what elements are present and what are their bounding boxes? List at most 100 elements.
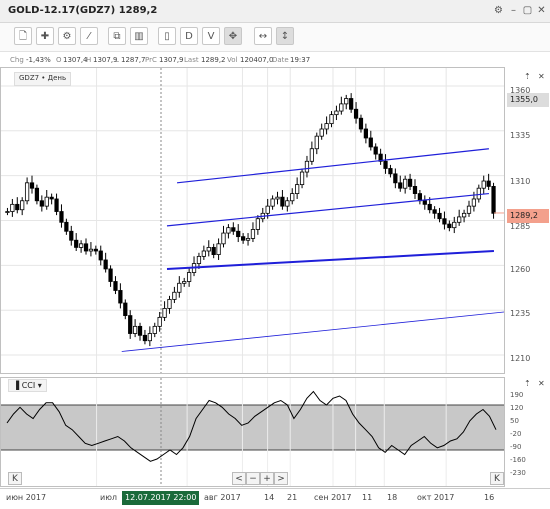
candle-body bbox=[221, 232, 226, 245]
drawing-icon[interactable]: ⁄ bbox=[80, 27, 98, 45]
candle-body bbox=[329, 114, 334, 125]
fit-horizontal-icon[interactable]: ↔ bbox=[254, 27, 272, 45]
add-chart-icon[interactable]: ⧉ bbox=[108, 27, 126, 45]
maximize-icon[interactable]: ▢ bbox=[521, 4, 534, 17]
window-title: GOLD-12.17(GDZ7) 1289,2 bbox=[8, 5, 158, 16]
settings-icon[interactable]: ⚙ bbox=[58, 27, 76, 45]
cci-tick: -230 bbox=[510, 469, 526, 477]
d-button[interactable]: D bbox=[180, 27, 198, 45]
candle-body bbox=[128, 315, 133, 334]
candle-body bbox=[466, 205, 472, 214]
bar-chart-icon[interactable]: ▥ bbox=[130, 27, 148, 45]
time-tick: 11 bbox=[362, 493, 373, 502]
date-label: Date bbox=[272, 56, 289, 64]
candle-body bbox=[442, 218, 447, 225]
time-tick: 21 bbox=[287, 493, 298, 502]
candle-body bbox=[157, 316, 162, 327]
candle-body bbox=[304, 160, 310, 173]
chg-label: Chg bbox=[10, 56, 24, 64]
candle-body bbox=[20, 200, 25, 211]
cursor-icon[interactable]: ▯ bbox=[158, 27, 176, 45]
candle-body bbox=[353, 108, 359, 119]
cci-tick: 190 bbox=[510, 391, 524, 399]
open-value: 1307,4 bbox=[63, 56, 88, 64]
candle-body bbox=[427, 203, 432, 211]
candle-body bbox=[245, 238, 251, 241]
high-label: H bbox=[86, 56, 92, 64]
candle-body bbox=[74, 239, 79, 248]
candle-body bbox=[285, 200, 290, 207]
candle-body bbox=[5, 211, 10, 213]
cci-tick: 120 bbox=[510, 404, 524, 412]
zoom-out-button[interactable]: − bbox=[246, 472, 260, 485]
candle-body bbox=[447, 223, 452, 229]
last-label: Last bbox=[184, 56, 199, 64]
scroll-end-button[interactable]: K bbox=[490, 472, 504, 485]
price-tick: 1285 bbox=[510, 222, 531, 231]
candle-body bbox=[10, 203, 15, 212]
candle-body bbox=[83, 243, 89, 252]
candle-body bbox=[373, 146, 378, 155]
cci-tick: -20 bbox=[510, 430, 522, 438]
time-tick: июл bbox=[100, 493, 118, 502]
candle-body bbox=[275, 196, 280, 200]
cci-pin-icon[interactable]: ⇡ bbox=[524, 379, 531, 388]
candle-body bbox=[162, 308, 167, 318]
time-tick: 18 bbox=[387, 493, 398, 502]
candle-body bbox=[108, 268, 113, 282]
candle-body bbox=[172, 291, 177, 300]
candle-body bbox=[88, 248, 94, 252]
cci-chart[interactable] bbox=[1, 378, 504, 486]
cci-legend[interactable]: ▐ CCI ▾ bbox=[8, 379, 47, 392]
price-tick: 1235 bbox=[510, 309, 531, 318]
candle-body bbox=[481, 180, 486, 189]
minimize-icon[interactable]: – bbox=[507, 4, 520, 17]
candle-body bbox=[265, 205, 270, 214]
toolbar: 🗋 ✚ ⚙ ⁄ ⧉ ▥ ▯ D V ✥ ↔ ↕ bbox=[0, 23, 550, 52]
v-button[interactable]: V bbox=[202, 27, 220, 45]
trend-channel-line bbox=[166, 250, 494, 270]
high-value: 1307,9 bbox=[93, 56, 118, 64]
cci-tick: -90 bbox=[510, 443, 522, 451]
scroll-right-button[interactable]: > bbox=[274, 472, 288, 485]
scroll-start-button[interactable]: K bbox=[8, 472, 22, 485]
new-page-icon[interactable]: 🗋 bbox=[14, 27, 32, 45]
price-chart[interactable] bbox=[1, 68, 504, 373]
time-tick: 16 bbox=[484, 493, 495, 502]
candle-body bbox=[476, 187, 481, 200]
candle-body bbox=[295, 184, 300, 194]
candle-body bbox=[231, 227, 236, 232]
candle-body bbox=[236, 230, 241, 238]
last-value: 1289,2 bbox=[201, 56, 226, 64]
date-value: 19:37 bbox=[290, 56, 311, 64]
candle-body bbox=[241, 236, 246, 241]
cci-tick: 50 bbox=[510, 417, 519, 425]
fit-vertical-icon[interactable]: ↕ bbox=[276, 27, 294, 45]
candle-body bbox=[49, 196, 54, 200]
candle-body bbox=[15, 203, 20, 211]
candle-body bbox=[324, 123, 329, 130]
low-label: L bbox=[115, 56, 119, 64]
candle-body bbox=[201, 250, 206, 257]
candle-body bbox=[393, 173, 398, 184]
low-value: 1287,7 bbox=[121, 56, 146, 64]
gear-icon[interactable]: ⚙ bbox=[492, 4, 505, 17]
candle-body bbox=[69, 230, 74, 241]
cci-close-icon[interactable]: ✕ bbox=[538, 379, 545, 388]
close-icon[interactable]: ✕ bbox=[535, 4, 548, 17]
candle-body bbox=[182, 281, 187, 284]
candle-body bbox=[177, 282, 182, 293]
scroll-left-button[interactable]: < bbox=[232, 472, 246, 485]
candle-body bbox=[461, 212, 467, 218]
chart-legend[interactable]: GDZ7 • День bbox=[14, 72, 72, 86]
time-axis: июн 2017 июл авг 2017 14 21 сен 2017 11 … bbox=[0, 488, 550, 509]
candle-body bbox=[334, 110, 339, 116]
candle-body bbox=[54, 198, 59, 212]
candle-body bbox=[344, 98, 349, 105]
candle-body bbox=[78, 243, 84, 248]
candle-body bbox=[457, 216, 462, 223]
crosshair-icon[interactable]: ✥ bbox=[224, 27, 242, 45]
zoom-in-button[interactable]: + bbox=[260, 472, 274, 485]
time-tick: июн 2017 bbox=[6, 493, 47, 502]
add-indicator-icon[interactable]: ✚ bbox=[36, 27, 54, 45]
